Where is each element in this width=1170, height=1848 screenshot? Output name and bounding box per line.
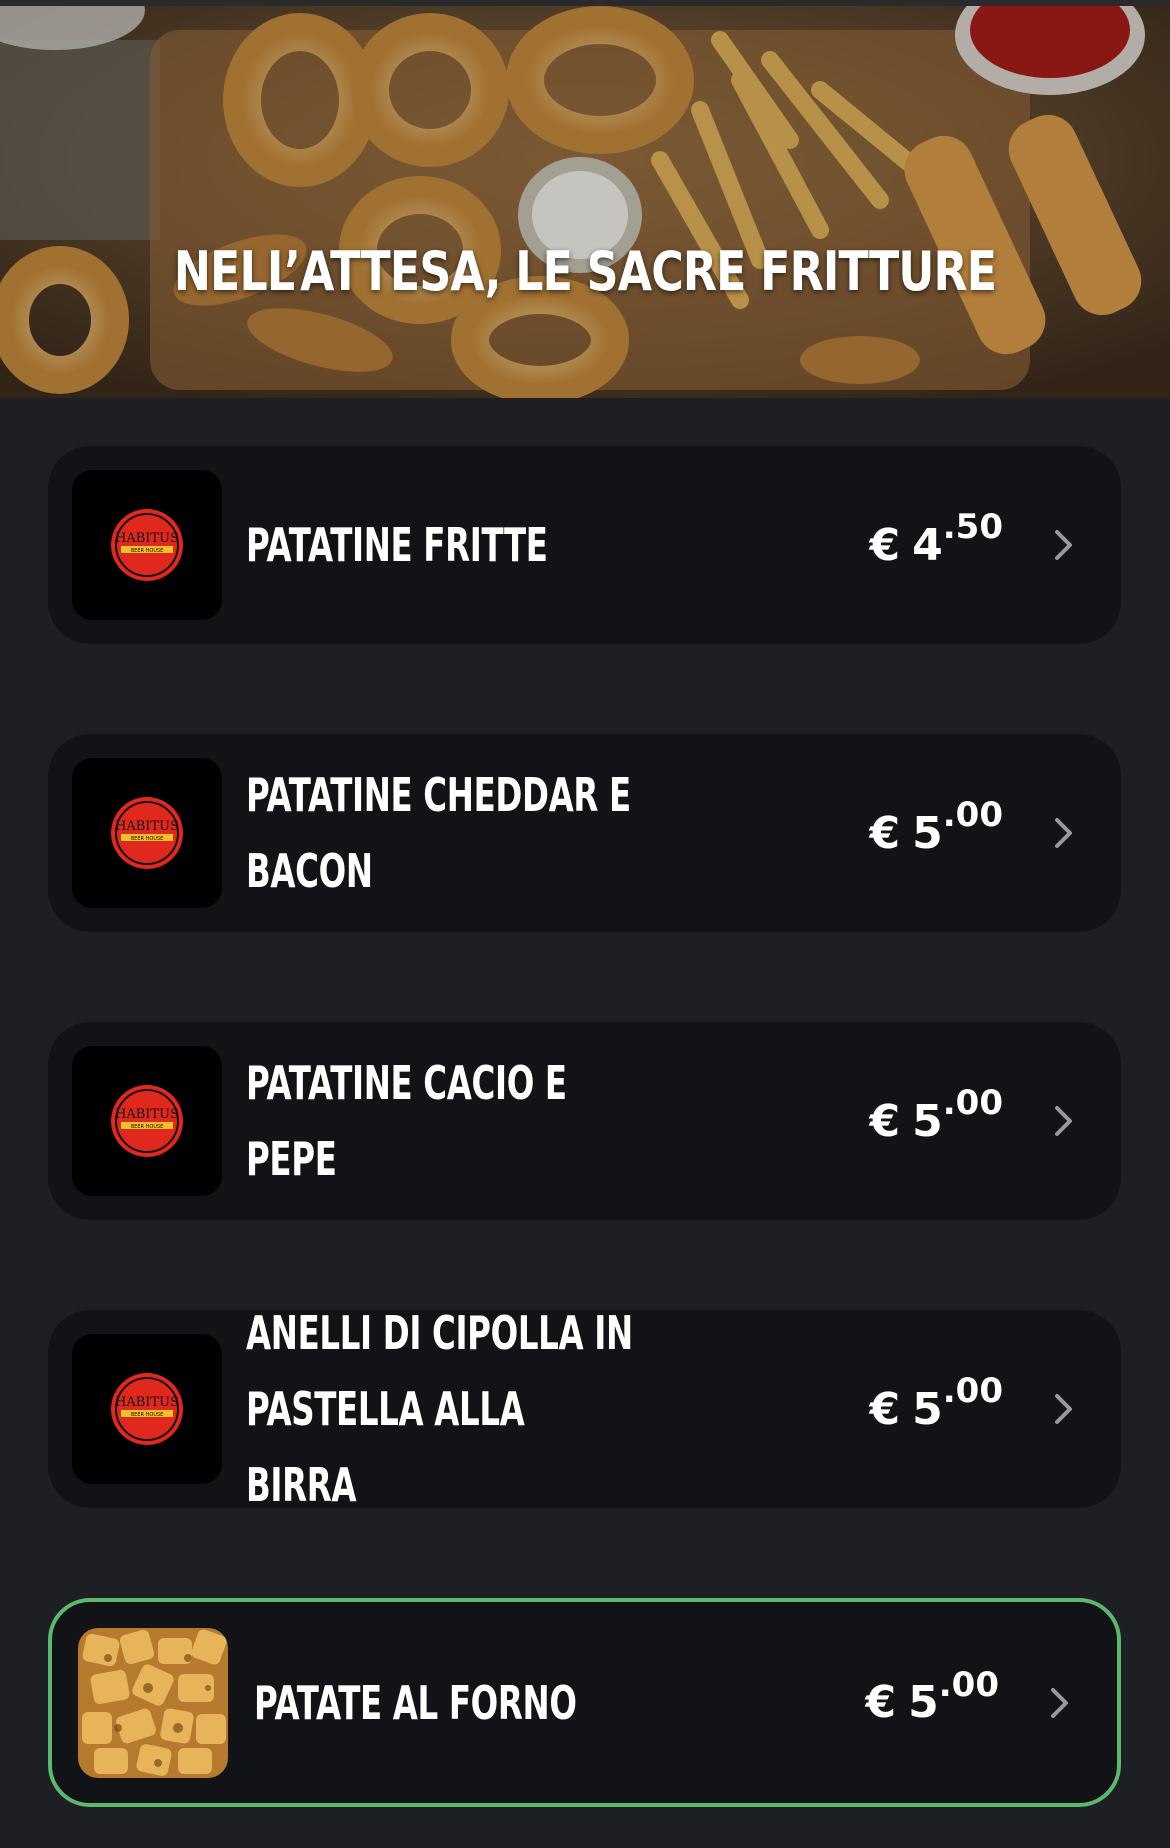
menu-item-name: PATATINE FRITTE [246, 518, 548, 572]
habitus-logo-icon: HABITUS BEER HOUSE [72, 1046, 222, 1196]
habitus-logo-icon: HABITUS BEER HOUSE [72, 470, 222, 620]
menu-item-name: PATATINE CHEDDAR E BACON [246, 768, 631, 898]
chevron-right-icon [1053, 734, 1075, 932]
chevron-right-icon [1053, 446, 1075, 644]
menu-item-card[interactable]: HABITUS BEER HOUSE PATATINE CHEDDAR E BAC… [48, 734, 1121, 932]
menu-item-name: PATATE AL FORNO [254, 1675, 577, 1730]
menu-item-card[interactable]: HABITUS BEER HOUSE ANELLI DI CIPOLLA IN P… [48, 1306, 1121, 1512]
svg-text:HABITUS: HABITUS [115, 819, 179, 834]
hero-banner: NELL’ATTESA, LE SACRE FRITTURE [0, 0, 1170, 398]
svg-text:BEER HOUSE: BEER HOUSE [131, 1124, 164, 1130]
menu-item-name: ANELLI DI CIPOLLA IN PASTELLA ALLA BIRRA [246, 1306, 633, 1512]
menu-item-price: €5.00 [869, 795, 1003, 859]
menu-item-card[interactable]: HABITUS BEER HOUSE PATATINE FRITTE €4.50 [48, 446, 1121, 644]
svg-text:BEER HOUSE: BEER HOUSE [131, 548, 164, 554]
habitus-logo-icon: HABITUS BEER HOUSE [72, 1334, 222, 1484]
menu-item-card[interactable]: HABITUS BEER HOUSE PATATINE CACIO E PEPE… [48, 1022, 1121, 1220]
menu-item-price: €5.00 [865, 1664, 999, 1729]
svg-text:BEER HOUSE: BEER HOUSE [131, 1412, 164, 1418]
menu-item-price: €5.00 [869, 1371, 1003, 1435]
svg-text:HABITUS: HABITUS [115, 1395, 179, 1410]
chevron-right-icon [1053, 1310, 1075, 1508]
chevron-right-icon [1049, 1602, 1071, 1803]
svg-text:HABITUS: HABITUS [115, 531, 179, 546]
svg-text:HABITUS: HABITUS [115, 1107, 179, 1122]
fried-food-photo [0, 0, 1170, 398]
menu-item-card-selected[interactable]: PATATE AL FORNO €5.00 [48, 1598, 1121, 1807]
status-strip [0, 0, 1170, 6]
menu-item-price: €4.50 [869, 507, 1003, 571]
chevron-right-icon [1053, 1022, 1075, 1220]
svg-text:BEER HOUSE: BEER HOUSE [131, 836, 164, 842]
menu-item-name: PATATINE CACIO E PEPE [246, 1056, 567, 1186]
habitus-logo-icon: HABITUS BEER HOUSE [72, 758, 222, 908]
menu-item-price: €5.00 [869, 1083, 1003, 1147]
section-title: NELL’ATTESA, LE SACRE FRITTURE [173, 240, 997, 303]
roasted-potatoes-photo [78, 1628, 228, 1778]
